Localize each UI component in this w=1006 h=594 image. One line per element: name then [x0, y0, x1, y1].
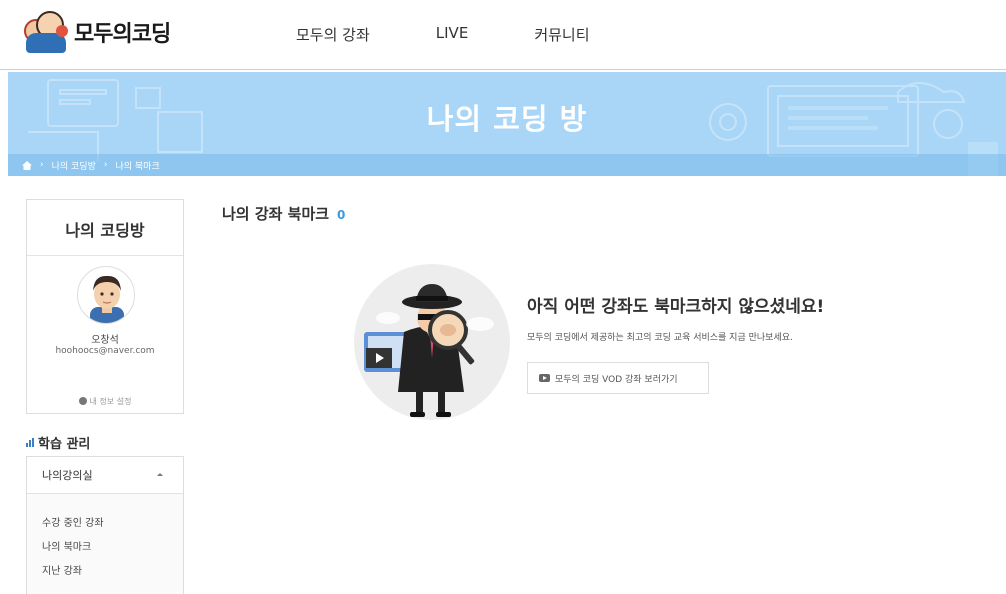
vod-courses-button[interactable]: 모두의 코딩 VOD 강좌 보러가기	[527, 362, 709, 394]
menu-item-bookmark[interactable]: 나의 북마크	[27, 540, 183, 564]
bookmark-count: 0	[337, 208, 346, 222]
caret-up-icon	[157, 473, 163, 476]
profile-card: 나의 코딩방 오창석 hoohoocs@naver.com 내 정보 설정	[26, 199, 184, 414]
logo-text: 모두의코딩	[74, 22, 171, 47]
classroom-menu: 나의강의실 수강 중인 강좌 나의 북마크 지난 강좌	[26, 456, 184, 594]
page-banner: 나의 코딩 방 › 나의 코딩방 › 나의 북마크	[8, 72, 1006, 176]
avatar	[77, 266, 135, 324]
bar-chart-icon	[26, 438, 35, 447]
page-title-text: 나의 강좌 북마크	[222, 205, 330, 223]
top-header: 모두의코딩 모두의 강좌 LIVE 커뮤니티	[0, 0, 1006, 70]
logo-faces-icon	[22, 9, 72, 55]
user-email: hoohoocs@naver.com	[55, 346, 155, 356]
page-title: 나의 강좌 북마크 0	[222, 203, 345, 224]
empty-state-title: 아직 어떤 강좌도 북마크하지 않으셨네요!	[527, 297, 825, 317]
classroom-menu-label: 나의강의실	[42, 469, 93, 482]
learning-heading: 학습 관리	[26, 433, 90, 452]
learning-heading-label: 학습 관리	[38, 437, 91, 452]
classroom-menu-list: 수강 중인 강좌 나의 북마크 지난 강좌	[27, 494, 183, 594]
site-logo[interactable]: 모두의코딩	[22, 6, 171, 58]
user-avatar-icon	[90, 275, 124, 323]
detective-illustration	[354, 264, 510, 420]
profile-card-title: 나의 코딩방	[27, 200, 183, 256]
empty-state-subtitle: 모두의 코딩에서 제공하는 최고의 코딩 교육 서비스를 지금 만나보세요.	[527, 333, 793, 343]
banner-title: 나의 코딩 방	[426, 102, 588, 136]
nav-live[interactable]: LIVE	[436, 24, 469, 45]
chevron-right-icon: ›	[103, 160, 108, 170]
profile-settings-link[interactable]: 내 정보 설정	[27, 396, 183, 407]
profile-settings-label: 내 정보 설정	[89, 397, 132, 406]
video-play-icon	[539, 374, 550, 382]
breadcrumb-my-room[interactable]: 나의 코딩방	[52, 159, 96, 172]
classroom-menu-toggle[interactable]: 나의강의실	[27, 457, 183, 494]
home-icon[interactable]	[22, 160, 32, 170]
nav-community[interactable]: 커뮤니티	[534, 24, 589, 45]
user-name: 오창석	[91, 335, 119, 346]
chevron-right-icon: ›	[40, 160, 44, 170]
gear-icon	[78, 397, 87, 405]
menu-item-past-courses[interactable]: 지난 강좌	[27, 564, 183, 588]
breadcrumb: › 나의 코딩방 › 나의 북마크	[8, 154, 1006, 176]
vod-courses-button-label: 모두의 코딩 VOD 강좌 보러가기	[555, 374, 678, 385]
main-nav: 모두의 강좌 LIVE 커뮤니티	[296, 24, 656, 45]
nav-courses[interactable]: 모두의 강좌	[296, 24, 370, 45]
menu-item-current-courses[interactable]: 수강 중인 강좌	[27, 516, 183, 540]
breadcrumb-bookmark[interactable]: 나의 북마크	[115, 159, 159, 172]
